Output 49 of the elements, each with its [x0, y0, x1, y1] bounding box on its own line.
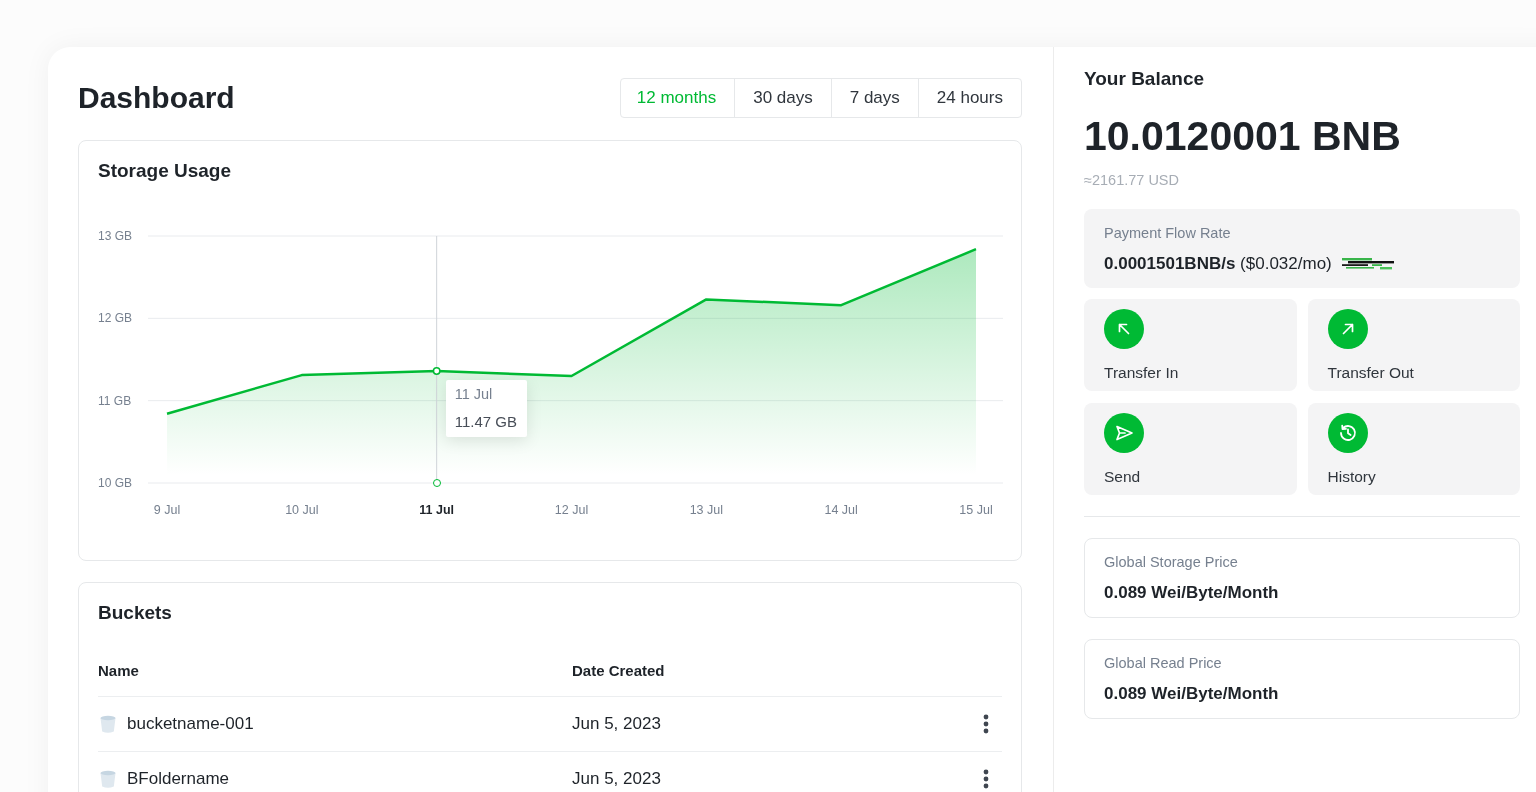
flow-rate-value: 0.0001501BNB/s ($0.032/mo): [1104, 253, 1332, 275]
tooltip-date: 11 Jul: [454, 385, 494, 404]
x-axis-label: 11 Jul: [419, 503, 455, 517]
send-icon: [1104, 413, 1144, 453]
more-icon[interactable]: [983, 714, 989, 734]
y-axis-label: 12 GB: [98, 311, 133, 326]
balance-amount: 10.0120001 BNB: [1084, 112, 1401, 160]
flow-rate-label: Payment Flow Rate: [1104, 224, 1231, 242]
arrow-up-right-icon: [1327, 309, 1368, 349]
tooltip-value: 11.47 GB: [454, 412, 517, 432]
y-axis-label: 10 GB: [98, 476, 133, 490]
price-label: Global Read Price: [1104, 654, 1222, 672]
x-axis-label: 13 Jul: [689, 503, 723, 517]
hover-point-marker: [432, 367, 441, 375]
bucket-icon: [98, 769, 118, 789]
x-axis-label: 9 Jul: [153, 503, 181, 517]
card-title: Storage Usage: [98, 160, 233, 182]
y-axis-label: 11 GB: [98, 393, 132, 408]
price-value: 0.089 Wei/Byte/Month: [1104, 683, 1279, 705]
bucket-name[interactable]: BFoldername: [127, 769, 230, 789]
column-header: Date Created: [572, 661, 665, 679]
arrow-up-left-icon: [1104, 309, 1144, 349]
range-tab[interactable]: 30 days: [734, 79, 831, 117]
action-tile[interactable]: Send: [1084, 403, 1297, 495]
range-tab[interactable]: 24 hours: [917, 79, 1021, 117]
x-axis-label: 10 Jul: [285, 503, 319, 517]
date-created: Jun 5, 2023: [572, 714, 661, 734]
card-title: Buckets: [98, 602, 172, 624]
page-title: Dashboard: [78, 80, 235, 116]
history-icon: [1327, 413, 1368, 453]
action-tile[interactable]: Transfer In: [1084, 299, 1297, 391]
y-axis-label: 13 GB: [98, 229, 133, 243]
range-tab[interactable]: 7 days: [830, 79, 918, 117]
bucket-icon: [98, 714, 118, 734]
bucket-name[interactable]: bucketname-001: [127, 714, 254, 734]
action-tile[interactable]: History: [1307, 403, 1520, 495]
action-tile[interactable]: Transfer Out: [1307, 299, 1520, 391]
price-value: 0.089 Wei/Byte/Month: [1104, 582, 1279, 604]
x-axis-label: 15 Jul: [959, 503, 993, 517]
column-header: Name: [98, 661, 139, 679]
price-label: Global Storage Price: [1104, 553, 1238, 571]
flow-lines-icon: [1341, 257, 1394, 271]
x-axis-label: 14 Jul: [824, 503, 858, 517]
balance-fiat-value: ≈2161.77 USD: [1084, 171, 1179, 189]
axis-point-marker: [432, 479, 441, 487]
date-created: Jun 5, 2023: [572, 769, 661, 789]
balance-title: Your Balance: [1084, 69, 1205, 89]
more-icon[interactable]: [983, 769, 989, 789]
x-axis-label: 12 Jul: [554, 503, 589, 517]
